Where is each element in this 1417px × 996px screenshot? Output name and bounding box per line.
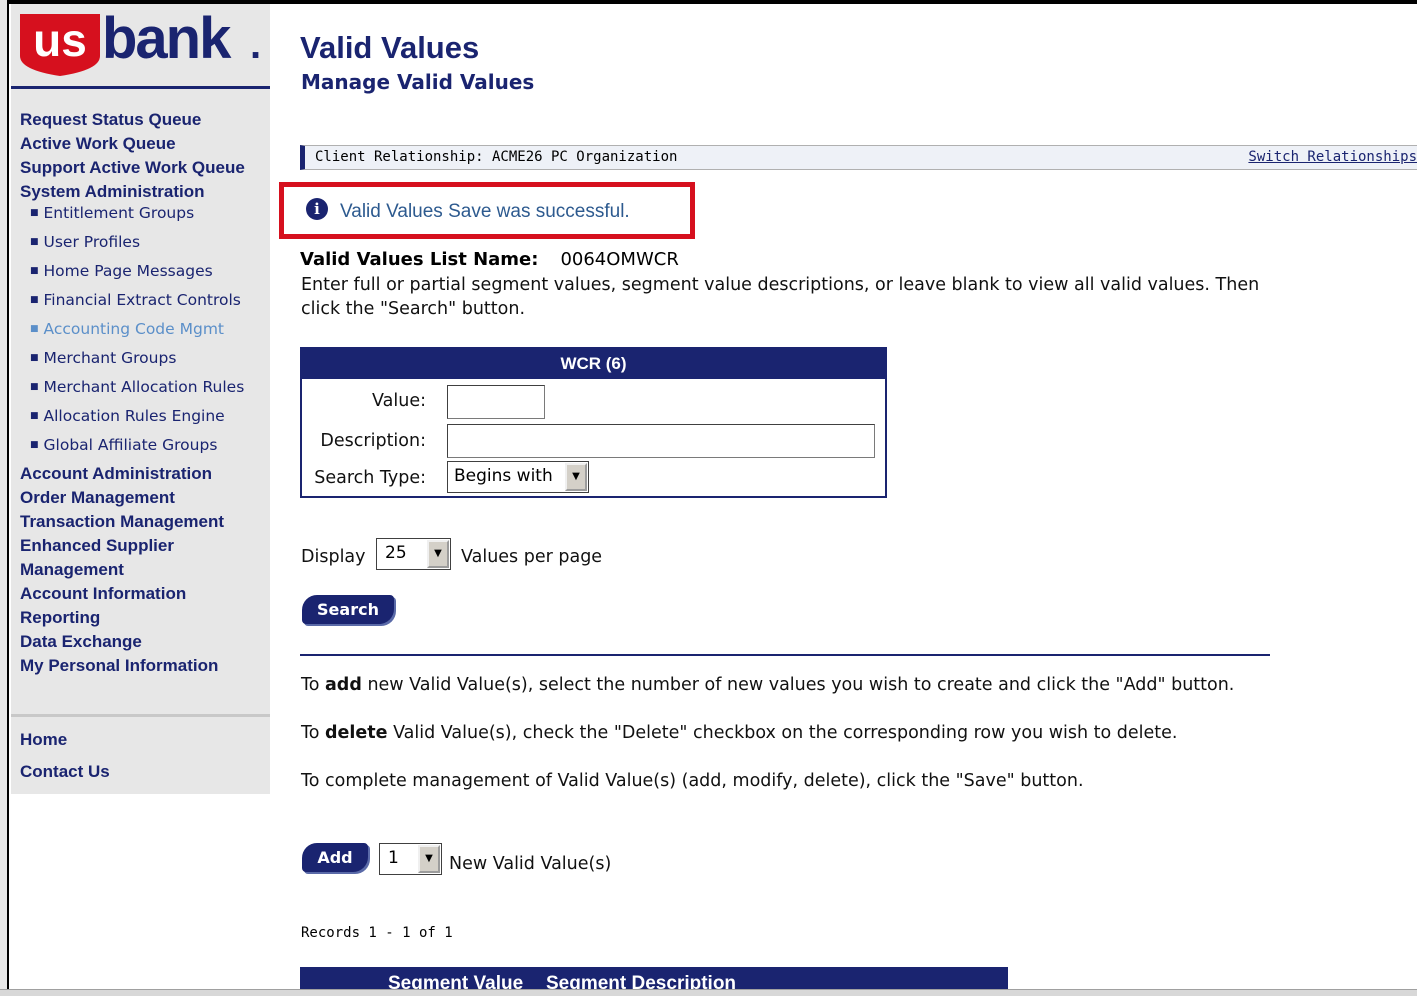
page-subtitle: Manage Valid Values	[301, 70, 535, 94]
add-button[interactable]: Add	[302, 843, 368, 872]
add-pre: To	[301, 675, 325, 695]
delete-instructions: To delete Valid Value(s), check the "Del…	[301, 723, 1178, 743]
nav-my-personal-information[interactable]: My Personal Information	[20, 654, 270, 678]
search-panel-title: WCR (6)	[302, 349, 885, 379]
bullet-icon: ■	[30, 324, 39, 334]
switch-relationships-link[interactable]: Switch Relationships	[1248, 149, 1417, 165]
nav-home[interactable]: Home	[20, 724, 110, 756]
search-instructions: Enter full or partial segment values, se…	[301, 275, 1260, 319]
nav-sub-label: User Profiles	[43, 233, 141, 251]
new-values-count-select[interactable]: 1 ▼	[379, 843, 442, 875]
page-title: Valid Values	[300, 30, 480, 65]
nav-reporting[interactable]: Reporting	[20, 606, 270, 630]
per-page-select[interactable]: 25 ▼	[376, 538, 451, 570]
search-button[interactable]: Search	[302, 595, 394, 624]
results-table-header: Segment Value Segment Description	[300, 967, 1008, 989]
logo-divider	[11, 86, 270, 89]
logo-us-text: us	[33, 14, 87, 66]
nav-sub-label: Financial Extract Controls	[43, 291, 241, 309]
per-page-suffix: Values per page	[461, 547, 603, 567]
sidebar-nav: Request Status Queue Active Work Queue S…	[20, 108, 270, 678]
bullet-icon: ■	[30, 295, 39, 305]
bullet-icon: ■	[30, 208, 39, 218]
nav-divider	[11, 714, 270, 717]
nav-request-status-queue[interactable]: Request Status Queue	[20, 108, 270, 132]
nav-active-work-queue[interactable]: Active Work Queue	[20, 132, 270, 156]
column-segment-description[interactable]: Segment Description	[546, 973, 736, 989]
window-left-border	[0, 0, 9, 996]
delete-pre: To	[301, 723, 325, 743]
usbank-logo[interactable]: us bank .	[18, 8, 268, 76]
nav-support-active-work-queue[interactable]: Support Active Work Queue	[20, 156, 270, 180]
description-input[interactable]	[447, 424, 875, 458]
bullet-icon: ■	[30, 440, 39, 450]
add-bold: add	[325, 675, 362, 695]
client-relationship-label: Client Relationship: ACME26 PC Organizat…	[315, 149, 678, 165]
new-values-count-value: 1	[388, 848, 399, 868]
section-divider	[300, 654, 1270, 656]
new-values-suffix: New Valid Value(s)	[449, 854, 612, 874]
logo-bank-text: bank	[102, 8, 232, 71]
success-message-text: Valid Values Save was successful.	[340, 201, 630, 222]
add-post: new Valid Value(s), select the number of…	[361, 675, 1235, 695]
chevron-down-icon[interactable]: ▼	[418, 845, 440, 873]
nav-sub-home-page-messages[interactable]: ■ Home Page Messages	[20, 257, 270, 286]
search-panel: WCR (6) Value: Description: Search Type:…	[300, 347, 887, 498]
nav-sub-label: Accounting Code Mgmt	[43, 320, 224, 338]
nav-sub-label: Merchant Groups	[43, 349, 177, 367]
add-instructions: To add new Valid Value(s), select the nu…	[301, 675, 1234, 695]
bullet-icon: ■	[30, 237, 39, 247]
bullet-icon: ■	[30, 266, 39, 276]
nav-sub-label: Home Page Messages	[43, 262, 213, 280]
nav-sub-accounting-code-mgmt[interactable]: ■ Accounting Code Mgmt	[20, 315, 270, 344]
nav-data-exchange[interactable]: Data Exchange	[20, 630, 270, 654]
nav-sub-entitlement-groups[interactable]: ■ Entitlement Groups	[20, 199, 270, 228]
nav-account-information[interactable]: Account Information	[20, 582, 270, 606]
value-input[interactable]	[447, 385, 545, 419]
delete-post: Valid Value(s), check the "Delete" check…	[387, 723, 1178, 743]
nav-sub-global-affiliate-groups[interactable]: ■ Global Affiliate Groups	[20, 431, 270, 460]
display-label: Display	[301, 547, 366, 567]
bullet-icon: ■	[30, 411, 39, 421]
column-segment-value[interactable]: Segment Value	[388, 973, 523, 989]
description-label: Description:	[320, 431, 426, 451]
bullet-icon: ■	[30, 382, 39, 392]
nav-enhanced-supplier-management[interactable]: Enhanced Supplier Management	[20, 534, 220, 582]
info-circle-icon: i	[306, 198, 328, 220]
chevron-down-icon[interactable]: ▼	[427, 540, 449, 568]
nav-sub-merchant-allocation-rules[interactable]: ■ Merchant Allocation Rules	[20, 373, 270, 402]
nav-sub-financial-extract-controls[interactable]: ■ Financial Extract Controls	[20, 286, 270, 315]
chevron-down-icon[interactable]: ▼	[565, 463, 587, 491]
nav-sub-merchant-groups[interactable]: ■ Merchant Groups	[20, 344, 270, 373]
search-type-value: Begins with	[454, 466, 553, 486]
list-name-value: 0064OMWCR	[560, 249, 679, 270]
window-bottom-border	[0, 989, 1417, 996]
per-page-value: 25	[385, 543, 407, 563]
search-type-select[interactable]: Begins with ▼	[447, 461, 589, 493]
nav-account-administration[interactable]: Account Administration	[20, 462, 270, 486]
nav-sub-user-profiles[interactable]: ■ User Profiles	[20, 228, 270, 257]
value-label: Value:	[372, 391, 426, 411]
nav-transaction-management[interactable]: Transaction Management	[20, 510, 270, 534]
sidebar-footer-nav: Home Contact Us	[20, 724, 110, 788]
nav-sub-label: Merchant Allocation Rules	[43, 378, 245, 396]
records-count: Records 1 - 1 of 1	[301, 925, 453, 941]
list-name-label: Valid Values List Name:	[300, 249, 539, 270]
save-instructions: To complete management of Valid Value(s)…	[301, 771, 1084, 791]
nav-sub-label: Entitlement Groups	[43, 204, 195, 222]
nav-sub-label: Allocation Rules Engine	[43, 407, 225, 425]
client-relationship-bar: Client Relationship: ACME26 PC Organizat…	[300, 145, 1417, 170]
valid-values-list-name: Valid Values List Name: 0064OMWCR	[300, 249, 679, 270]
bullet-icon: ■	[30, 353, 39, 363]
delete-bold: delete	[325, 723, 388, 743]
nav-sub-label: Global Affiliate Groups	[43, 436, 218, 454]
logo-dot-text: .	[250, 23, 261, 67]
nav-contact-us[interactable]: Contact Us	[20, 756, 110, 788]
nav-order-management[interactable]: Order Management	[20, 486, 270, 510]
nav-sub-allocation-rules-engine[interactable]: ■ Allocation Rules Engine	[20, 402, 270, 431]
success-message-box: i Valid Values Save was successful.	[279, 182, 695, 239]
search-type-label: Search Type:	[314, 468, 426, 488]
